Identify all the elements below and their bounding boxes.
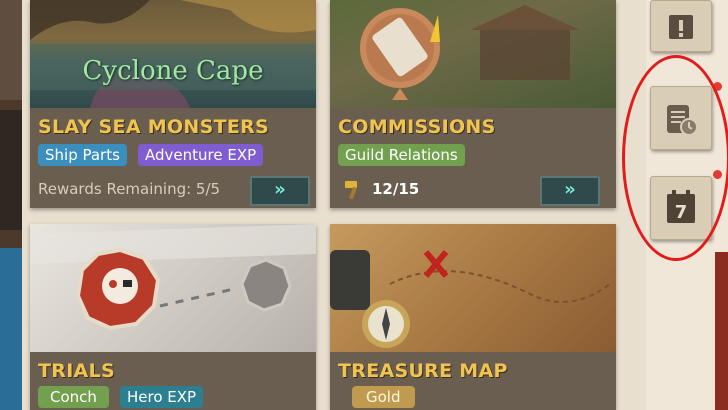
card-title: TREASURE MAP (338, 360, 508, 382)
treasure-map-art (330, 224, 616, 352)
rewards-remaining-text: Rewards Remaining: 5/5 (38, 180, 221, 198)
location-label: Cyclone Cape (82, 56, 264, 86)
highlight-annotation-ring (622, 55, 728, 261)
right-edge-strip (715, 252, 728, 410)
go-button[interactable]: » (250, 176, 310, 206)
reward-tag-ship-parts: Ship Parts (38, 144, 127, 166)
trials-card[interactable]: TRIALS Conch Hero EXP (30, 224, 316, 410)
notice-board-button[interactable] (650, 0, 712, 52)
trials-art (30, 224, 316, 352)
treasure-map-card[interactable]: TREASURE MAP Gold (330, 224, 616, 410)
reward-tag-adventure-exp: Adventure EXP (138, 144, 264, 166)
reward-tag-guild-relations: Guild Relations (338, 144, 465, 166)
left-edge-strip (0, 0, 22, 410)
reward-tag-conch: Conch (38, 386, 109, 408)
card-title: COMMISSIONS (338, 116, 496, 138)
go-button[interactable]: » (540, 176, 600, 206)
sea-monster-art: Cyclone Cape (30, 0, 316, 108)
sea-monsters-card[interactable]: Cyclone Cape SLAY SEA MONSTERS Ship Part… (30, 0, 316, 208)
commission-count: 12/15 (372, 180, 420, 198)
reward-tag-hero-exp: Hero EXP (120, 386, 204, 408)
notice-board-icon (667, 11, 695, 45)
commissions-card[interactable]: COMMISSIONS Guild Relations 12/15 » (330, 0, 616, 208)
hammer-icon (342, 178, 364, 204)
card-title: TRIALS (38, 360, 115, 382)
commissions-art (330, 0, 616, 108)
reward-tag-gold: Gold (352, 386, 415, 408)
card-title: SLAY SEA MONSTERS (38, 116, 270, 138)
